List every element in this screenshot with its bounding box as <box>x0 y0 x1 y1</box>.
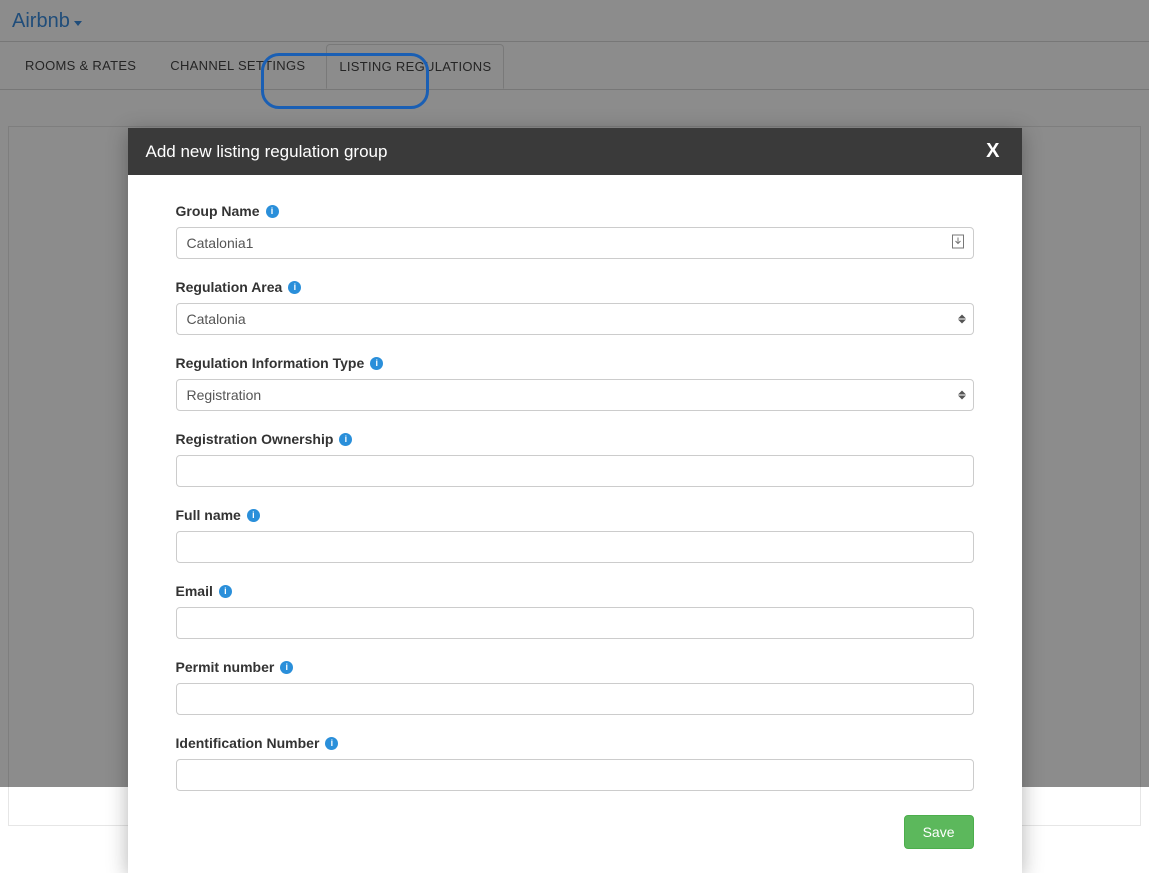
close-icon[interactable]: X <box>982 140 1003 163</box>
info-icon[interactable]: i <box>280 661 293 674</box>
form-group-identification-number: Identification Number i <box>176 735 974 791</box>
label-text: Regulation Information Type <box>176 355 365 371</box>
add-regulation-modal: Add new listing regulation group X Group… <box>128 128 1022 873</box>
label-text: Identification Number <box>176 735 320 751</box>
label-permit-number: Permit number i <box>176 659 974 675</box>
label-text: Email <box>176 583 213 599</box>
form-group-regulation-info-type: Regulation Information Type i Registrati… <box>176 355 974 411</box>
registration-ownership-input[interactable] <box>176 455 974 487</box>
form-group-regulation-area: Regulation Area i Catalonia <box>176 279 974 335</box>
full-name-input[interactable] <box>176 531 974 563</box>
save-button[interactable]: Save <box>904 815 974 849</box>
identification-number-input[interactable] <box>176 759 974 791</box>
info-icon[interactable]: i <box>370 357 383 370</box>
form-group-permit-number: Permit number i <box>176 659 974 715</box>
modal-header: Add new listing regulation group X <box>128 128 1022 175</box>
info-icon[interactable]: i <box>325 737 338 750</box>
label-text: Permit number <box>176 659 275 675</box>
label-text: Group Name <box>176 203 260 219</box>
form-group-registration-ownership: Registration Ownership i <box>176 431 974 487</box>
label-text: Full name <box>176 507 241 523</box>
regulation-info-type-select[interactable]: Registration <box>176 379 974 411</box>
modal-title: Add new listing regulation group <box>146 142 388 162</box>
email-input[interactable] <box>176 607 974 639</box>
label-text: Registration Ownership <box>176 431 334 447</box>
label-identification-number: Identification Number i <box>176 735 974 751</box>
label-text: Regulation Area <box>176 279 283 295</box>
group-name-input[interactable] <box>176 227 974 259</box>
info-icon[interactable]: i <box>219 585 232 598</box>
label-email: Email i <box>176 583 974 599</box>
label-regulation-area: Regulation Area i <box>176 279 974 295</box>
label-full-name: Full name i <box>176 507 974 523</box>
regulation-area-select[interactable]: Catalonia <box>176 303 974 335</box>
permit-number-input[interactable] <box>176 683 974 715</box>
label-group-name: Group Name i <box>176 203 974 219</box>
modal-footer: Save <box>176 811 974 849</box>
info-icon[interactable]: i <box>266 205 279 218</box>
label-regulation-info-type: Regulation Information Type i <box>176 355 974 371</box>
form-group-full-name: Full name i <box>176 507 974 563</box>
info-icon[interactable]: i <box>339 433 352 446</box>
form-group-group-name: Group Name i <box>176 203 974 259</box>
form-group-email: Email i <box>176 583 974 639</box>
modal-body: Group Name i Regulation Area i Catalonia <box>128 175 1022 873</box>
info-icon[interactable]: i <box>247 509 260 522</box>
label-registration-ownership: Registration Ownership i <box>176 431 974 447</box>
info-icon[interactable]: i <box>288 281 301 294</box>
